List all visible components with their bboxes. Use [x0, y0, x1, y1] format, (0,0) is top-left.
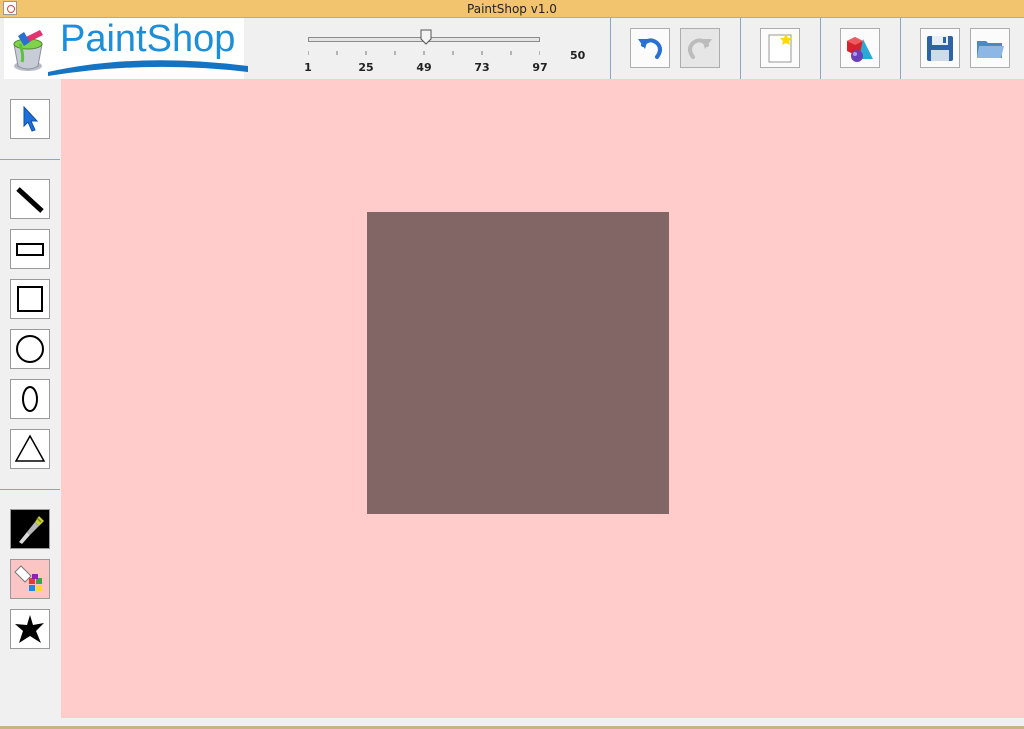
toolbox-separator — [0, 489, 60, 490]
slider-tick-label: 1 — [304, 61, 312, 74]
undo-button[interactable] — [630, 28, 670, 68]
paint-bucket-logo-icon — [13, 30, 43, 71]
toolbar-separator — [610, 18, 611, 79]
redo-button[interactable] — [680, 28, 720, 68]
square-tool-button[interactable] — [10, 279, 50, 319]
top-toolbar: PaintShop 1 25 49 73 97 50 — [0, 18, 1024, 79]
square-icon — [17, 286, 43, 312]
drawing-canvas[interactable] — [61, 79, 1024, 718]
logo-text: PaintShop — [60, 18, 236, 60]
new-document-button[interactable] — [760, 28, 800, 68]
line-tool-button[interactable] — [10, 179, 50, 219]
triangle-icon — [14, 434, 46, 462]
slider-value: 50 — [570, 49, 586, 62]
fill-tool-button[interactable] — [10, 559, 50, 599]
toolbar-separator — [900, 18, 901, 79]
toolbar-separator — [820, 18, 821, 79]
redo-arrow-icon — [688, 38, 712, 59]
circle-icon — [16, 335, 44, 363]
shapes-button[interactable] — [840, 28, 880, 68]
left-toolbox — [0, 79, 60, 729]
canvas-square-shape[interactable] — [367, 212, 669, 514]
floppy-disk-icon — [927, 36, 953, 61]
logo-swoosh — [48, 60, 248, 76]
paint-bucket-palette-icon — [14, 565, 42, 591]
slider-tick-labels: 1 25 49 73 97 — [300, 61, 560, 75]
brush-icon — [19, 516, 44, 544]
rectangle-tool-button[interactable] — [10, 229, 50, 269]
slider-tick-label: 97 — [532, 61, 548, 74]
slider-tick-label: 25 — [358, 61, 374, 74]
3d-shapes-icon — [847, 37, 873, 62]
folder-icon — [977, 41, 1004, 58]
slider-tick-label: 49 — [416, 61, 432, 74]
title-bar: PaintShop v1.0 — [0, 0, 1024, 18]
new-document-icon — [768, 34, 792, 63]
toolbar-separator — [740, 18, 741, 79]
toolbox-separator — [0, 159, 60, 160]
brush-tool-button[interactable] — [10, 509, 50, 549]
stroke-width-slider[interactable]: 1 25 49 73 97 50 — [300, 24, 600, 79]
open-button[interactable] — [970, 28, 1010, 68]
ellipse-icon — [22, 386, 38, 412]
star-icon — [15, 615, 44, 643]
slider-thumb[interactable] — [420, 29, 432, 45]
slider-ticks — [308, 51, 540, 55]
slider-tick-label: 73 — [474, 61, 490, 74]
rectangle-icon — [16, 243, 44, 256]
line-icon — [16, 187, 44, 213]
ellipse-tool-button[interactable] — [10, 379, 50, 419]
cursor-arrow-icon — [23, 105, 39, 132]
circle-tool-button[interactable] — [10, 329, 50, 369]
star-tool-button[interactable] — [10, 609, 50, 649]
paintshop-logo: PaintShop — [4, 18, 248, 79]
select-tool-button[interactable] — [10, 99, 50, 139]
window-title: PaintShop v1.0 — [467, 2, 557, 16]
triangle-tool-button[interactable] — [10, 429, 50, 469]
paintshop-window: PaintShop v1.0 PaintShop 1 25 49 73 97 5… — [0, 0, 1024, 729]
save-button[interactable] — [920, 28, 960, 68]
undo-arrow-icon — [638, 38, 662, 59]
window-bottom-border — [0, 718, 1024, 729]
